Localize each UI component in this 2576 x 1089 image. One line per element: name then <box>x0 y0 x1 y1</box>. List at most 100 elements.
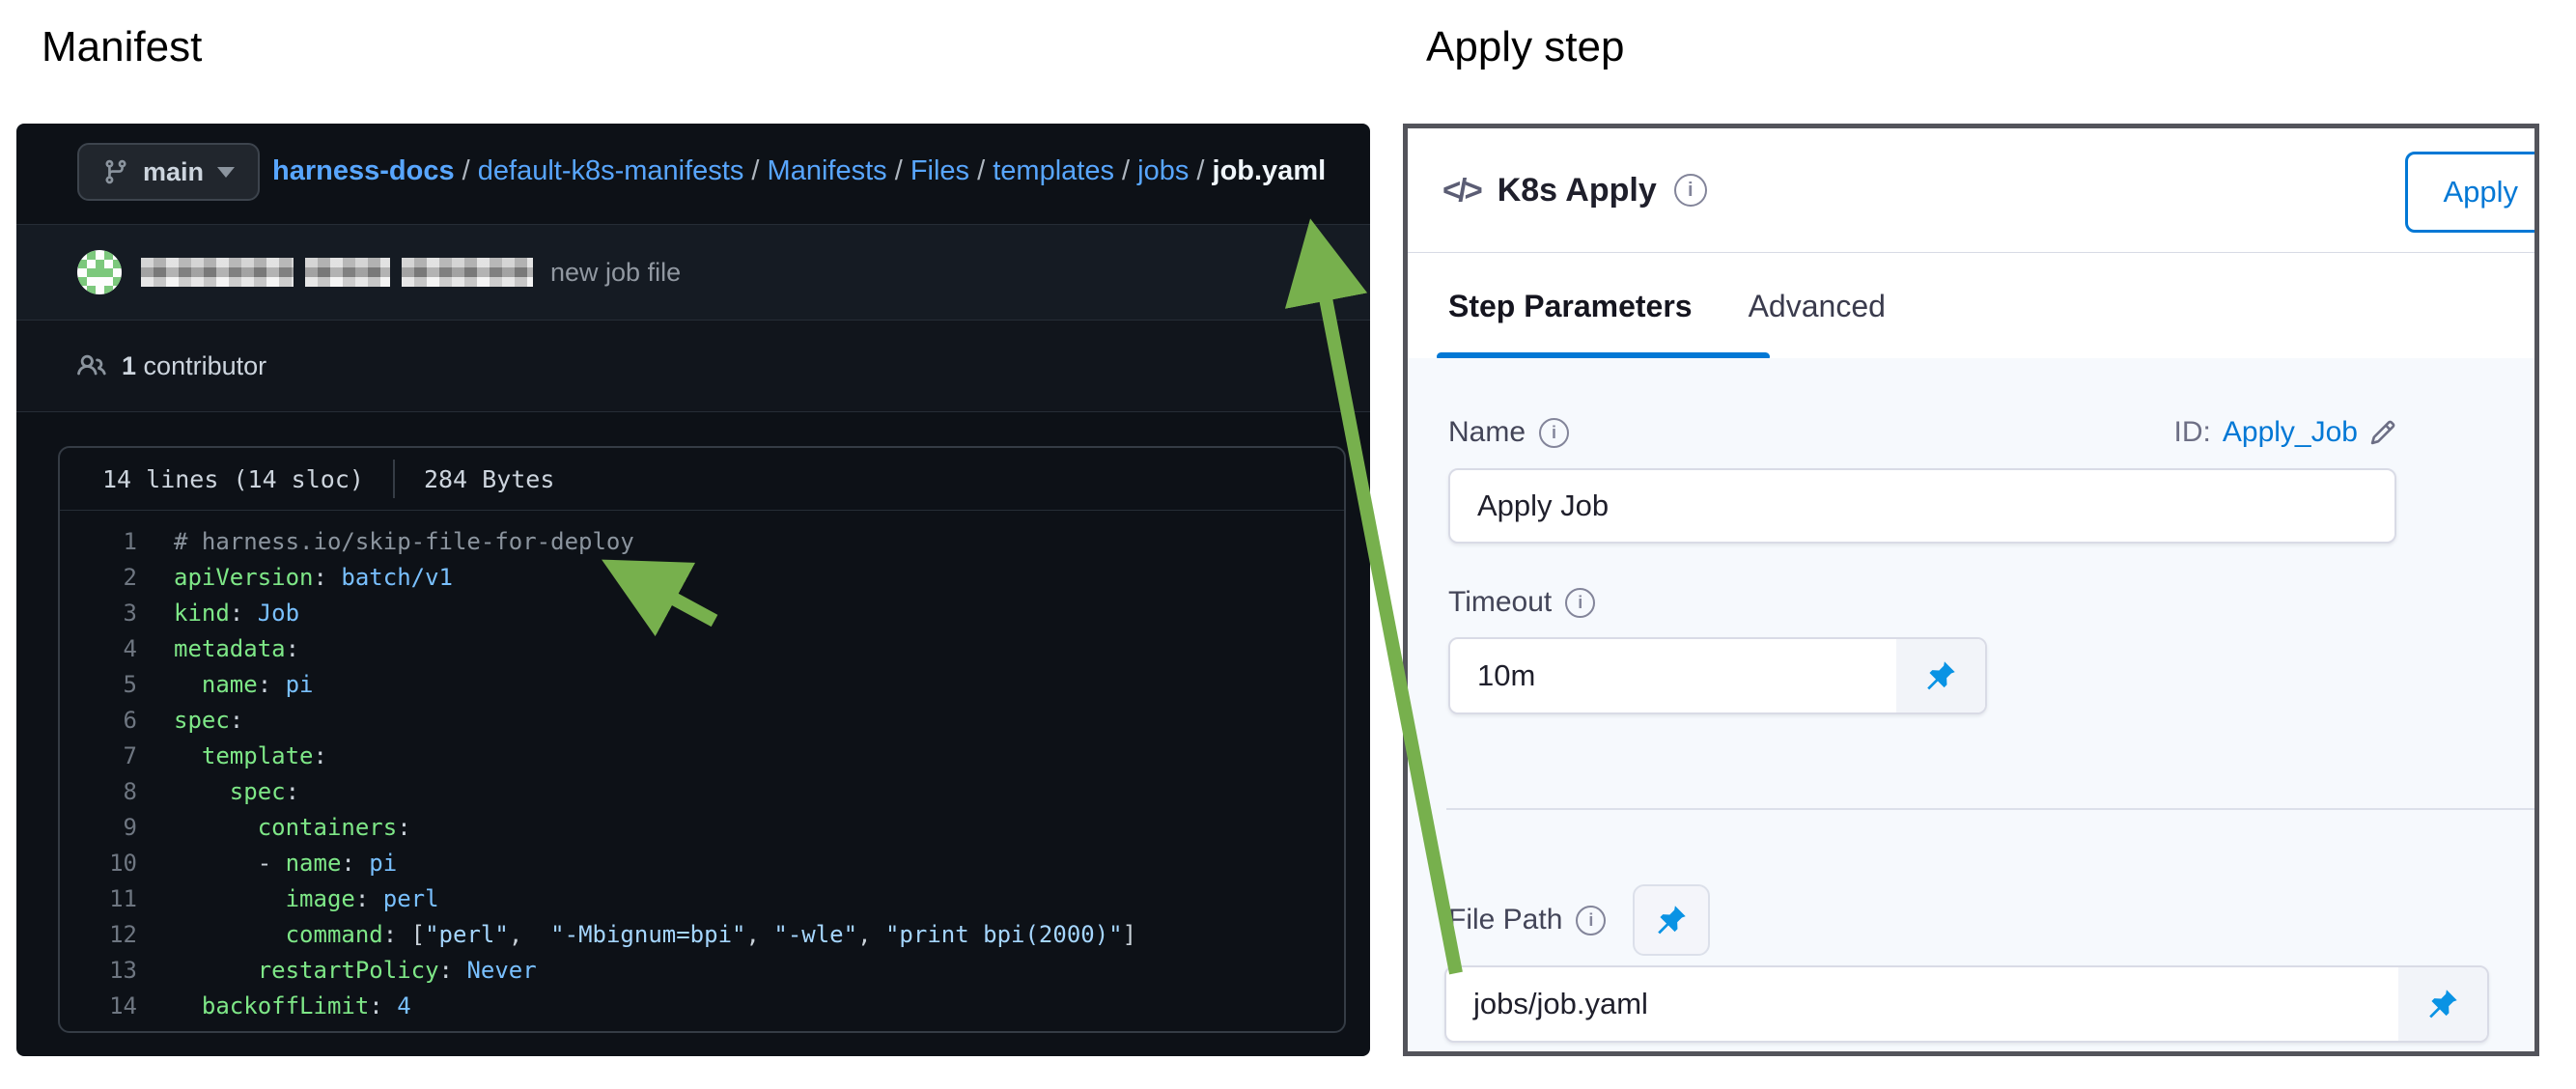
apply-step-heading: Apply step <box>1426 23 1624 71</box>
step-parameters-form: Name i ID: Apply_Job Apply Job Timeout i… <box>1408 358 2534 1051</box>
people-icon <box>77 351 106 380</box>
line-number[interactable]: 7 <box>60 739 174 774</box>
contributor-count: 1 <box>122 351 136 380</box>
line-number[interactable]: 12 <box>60 917 174 953</box>
manifest-heading: Manifest <box>42 23 202 71</box>
branch-selector-button[interactable]: main <box>77 143 260 201</box>
breadcrumb-segment[interactable]: Files <box>910 155 969 187</box>
breadcrumb-separator: / <box>743 155 767 187</box>
line-number[interactable]: 2 <box>60 560 174 596</box>
breadcrumb-segment[interactable]: job.yaml <box>1213 155 1327 187</box>
file-path-input[interactable]: jobs/job.yaml <box>1444 965 2489 1043</box>
breadcrumb-segment[interactable]: jobs <box>1137 155 1189 187</box>
name-id-row: Name i ID: Apply_Job <box>1448 416 2396 449</box>
line-number[interactable]: 11 <box>60 881 174 917</box>
line-number[interactable]: 6 <box>60 703 174 739</box>
code-text: kind: Job <box>174 600 299 627</box>
file-stats-bar: 14 lines (14 sloc) 284 Bytes <box>60 448 1344 511</box>
code-line: 2apiVersion: batch/v1 <box>60 560 1344 596</box>
code-text: spec: <box>174 778 299 805</box>
breadcrumb-separator: / <box>455 155 478 187</box>
code-line: 11 image: perl <box>60 881 1344 917</box>
git-branch-icon <box>102 158 129 185</box>
code-line: 14 backoffLimit: 4 <box>60 989 1344 1024</box>
name-label-group: Name i <box>1448 416 1569 449</box>
code-line: 13 restartPolicy: Never <box>60 953 1344 989</box>
line-number[interactable]: 9 <box>60 810 174 846</box>
pin-icon <box>2425 987 2460 1021</box>
pin-icon <box>1654 903 1689 937</box>
name-info-icon[interactable]: i <box>1539 418 1569 448</box>
line-number[interactable]: 13 <box>60 953 174 989</box>
avatar[interactable] <box>77 250 122 294</box>
step-tabs: Step Parameters Advanced <box>1408 253 2534 360</box>
breadcrumb-segment[interactable]: Manifests <box>768 155 887 187</box>
chevron-down-icon <box>217 167 235 178</box>
code-line: 10 - name: pi <box>60 846 1344 881</box>
file-path-value: jobs/job.yaml <box>1446 967 2398 1041</box>
code-text: backoffLimit: 4 <box>174 992 411 1019</box>
code-line: 8 spec: <box>60 774 1344 810</box>
code-line: 4metadata: <box>60 631 1344 667</box>
id-link[interactable]: Apply_Job <box>2223 416 2358 449</box>
code-text: command: ["perl", "-Mbignum=bpi", "-wle"… <box>174 921 1136 948</box>
code-text: apiVersion: batch/v1 <box>174 564 453 591</box>
code-text: - name: pi <box>174 850 397 877</box>
code-line: 3kind: Job <box>60 596 1344 631</box>
breadcrumb-segment[interactable]: default-k8s-manifests <box>478 155 744 187</box>
code-line: 9 containers: <box>60 810 1344 846</box>
code-line: 5 name: pi <box>60 667 1344 703</box>
apply-button[interactable]: Apply <box>2405 152 2539 233</box>
code-line: 6spec: <box>60 703 1344 739</box>
line-number[interactable]: 8 <box>60 774 174 810</box>
breadcrumb-segment[interactable]: harness-docs <box>272 155 455 187</box>
line-number[interactable]: 1 <box>60 524 174 560</box>
breadcrumb-separator: / <box>887 155 910 187</box>
line-number[interactable]: 4 <box>60 631 174 667</box>
file-size-stat: 284 Bytes <box>424 465 554 493</box>
tab-advanced[interactable]: Advanced <box>1749 289 1886 324</box>
timeout-label: Timeout <box>1448 586 1552 619</box>
k8s-apply-step-panel: </> K8s Apply i Apply Step Parameters Ad… <box>1403 124 2539 1056</box>
timeout-info-icon[interactable]: i <box>1565 588 1595 618</box>
code-text: name: pi <box>174 671 314 698</box>
line-number[interactable]: 3 <box>60 596 174 631</box>
file-path-label-row: File Path i <box>1448 884 1710 956</box>
line-number[interactable]: 10 <box>60 846 174 881</box>
timeout-input[interactable]: 10m <box>1448 637 1987 714</box>
code-text: restartPolicy: Never <box>174 957 537 984</box>
code-text: image: perl <box>174 885 439 912</box>
step-title: K8s Apply <box>1498 172 1657 209</box>
timeout-pin-segment[interactable] <box>1896 639 1985 712</box>
commit-message: new job file <box>550 258 681 288</box>
code-text: template: <box>174 742 327 769</box>
code-line: 1# harness.io/skip-file-for-deploy <box>60 524 1344 560</box>
file-path-info-icon[interactable]: i <box>1576 906 1606 935</box>
step-info-icon[interactable]: i <box>1674 174 1707 207</box>
branch-name: main <box>143 157 204 187</box>
page: Manifest Apply step main harness-docs / … <box>0 0 2576 1089</box>
file-path-label-group: File Path i <box>1448 904 1606 936</box>
stats-divider <box>393 460 395 498</box>
contributor-label: contributor <box>144 351 267 380</box>
file-path-pin-segment[interactable] <box>2398 967 2487 1041</box>
line-number[interactable]: 5 <box>60 667 174 703</box>
step-header: </> K8s Apply i Apply <box>1408 128 2534 253</box>
code-line: 7 template: <box>60 739 1344 774</box>
breadcrumb-separator: / <box>1114 155 1137 187</box>
id-group: ID: Apply_Job <box>2174 416 2396 449</box>
file-path-label: File Path <box>1448 904 1562 936</box>
name-value: Apply Job <box>1450 470 2394 542</box>
tab-step-parameters[interactable]: Step Parameters <box>1448 289 1693 324</box>
redacted-username <box>141 258 533 287</box>
code-text: # harness.io/skip-file-for-deploy <box>174 528 634 555</box>
edit-pencil-icon[interactable] <box>2369 419 2396 446</box>
contributors-row[interactable]: 1 contributor <box>16 320 1370 412</box>
line-number[interactable]: 14 <box>60 989 174 1024</box>
file-path-pin-button[interactable] <box>1633 884 1710 956</box>
name-input[interactable]: Apply Job <box>1448 468 2396 544</box>
breadcrumb-segment[interactable]: templates <box>993 155 1114 187</box>
code-text: containers: <box>174 814 411 841</box>
breadcrumb: harness-docs / default-k8s-manifests / M… <box>272 124 1326 218</box>
id-prefix: ID: <box>2174 416 2211 449</box>
